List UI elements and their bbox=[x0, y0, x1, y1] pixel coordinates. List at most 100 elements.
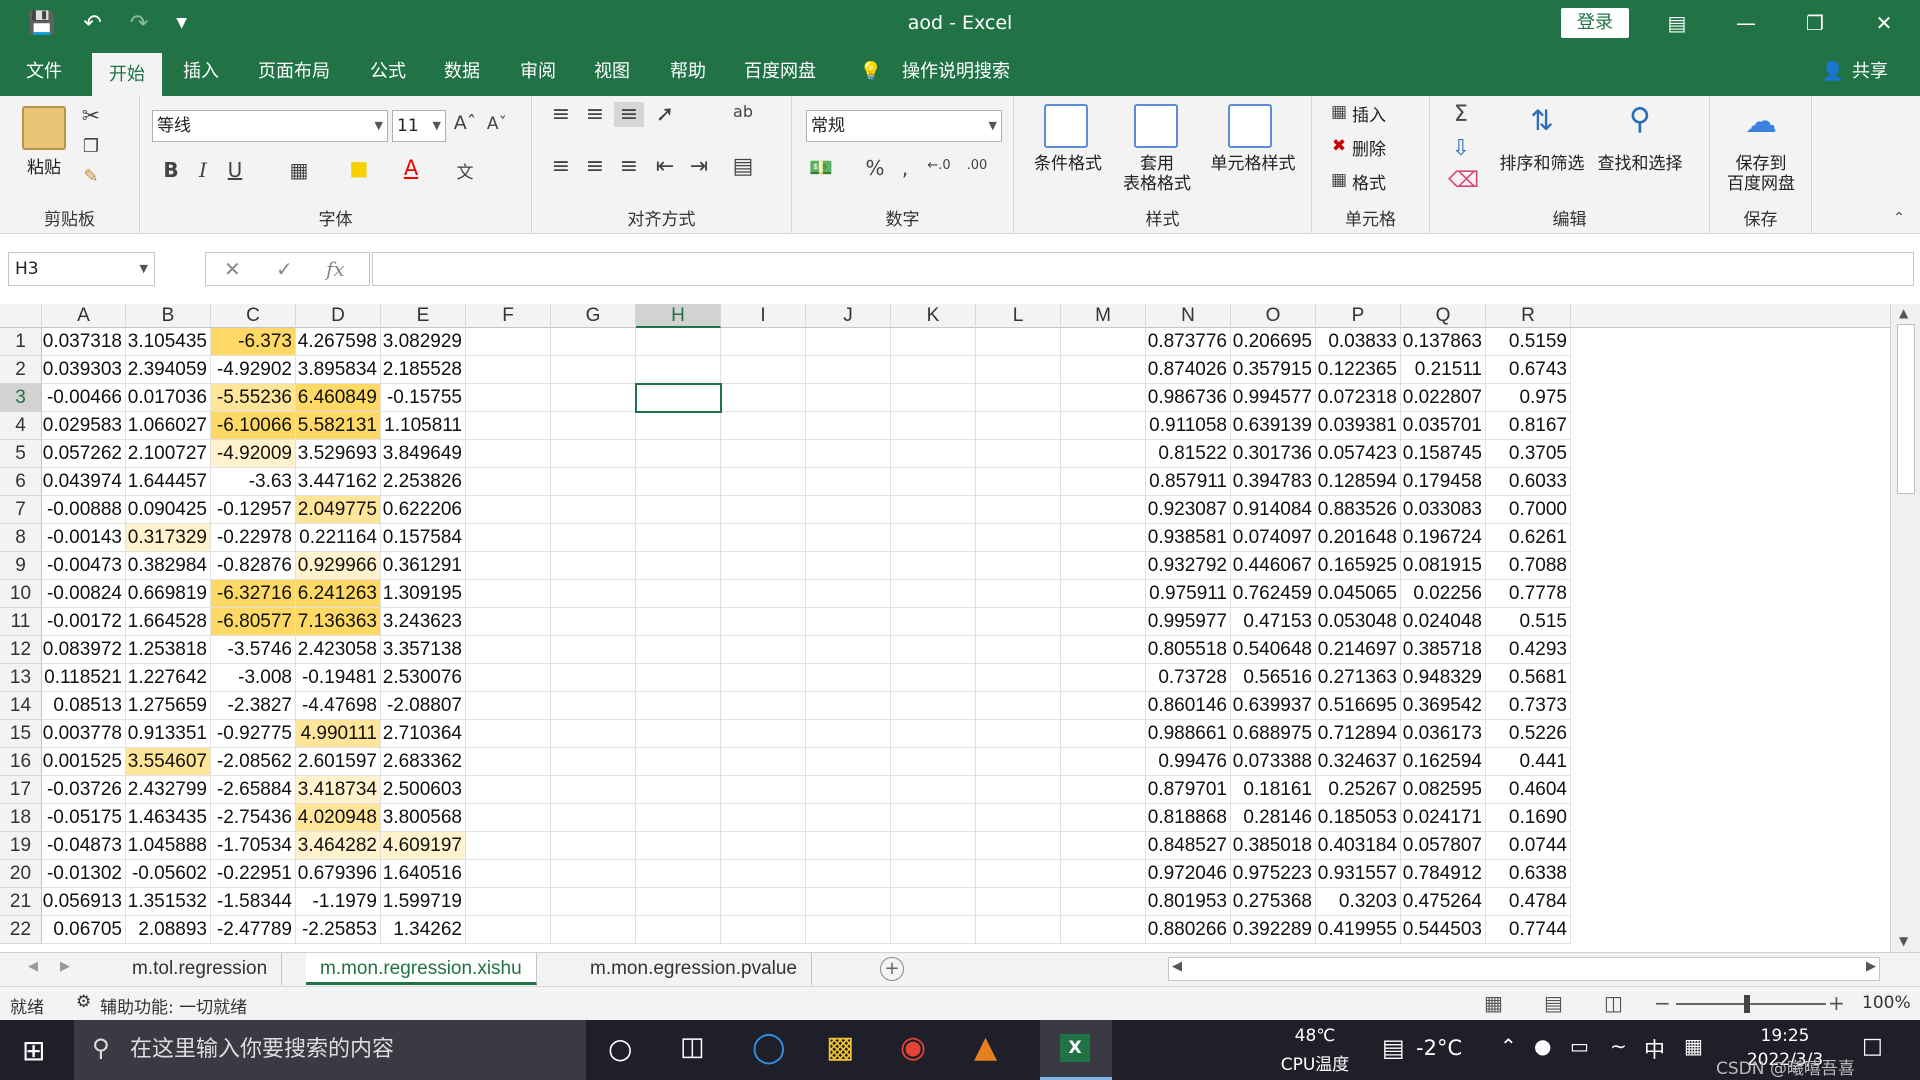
cell-k22[interactable] bbox=[891, 916, 976, 944]
cell-n5[interactable]: 0.81522 bbox=[1146, 440, 1231, 468]
cell-c8[interactable]: -0.22978 bbox=[211, 524, 296, 552]
cell-d8[interactable]: 0.221164 bbox=[296, 524, 381, 552]
cell-m15[interactable] bbox=[1061, 720, 1146, 748]
ribbon-display-icon[interactable]: ▤ bbox=[1644, 0, 1710, 47]
cell-r7[interactable]: 0.7000 bbox=[1486, 496, 1571, 524]
cell-b13[interactable]: 1.227642 bbox=[126, 664, 211, 692]
cell-n20[interactable]: 0.972046 bbox=[1146, 860, 1231, 888]
cell-q21[interactable]: 0.475264 bbox=[1401, 888, 1486, 916]
matlab-icon[interactable]: ▲ bbox=[974, 1030, 997, 1065]
cell-a11[interactable]: -0.00172 bbox=[42, 608, 126, 636]
cell-l6[interactable] bbox=[976, 468, 1061, 496]
cell-e19[interactable]: 4.609197 bbox=[381, 832, 466, 860]
row-header-22[interactable]: 22 bbox=[0, 916, 42, 944]
cell-b4[interactable]: 1.066027 bbox=[126, 412, 211, 440]
cell-e22[interactable]: 1.34262 bbox=[381, 916, 466, 944]
cell-a2[interactable]: 0.039303 bbox=[42, 356, 126, 384]
cell-m7[interactable] bbox=[1061, 496, 1146, 524]
cell-q9[interactable]: 0.081915 bbox=[1401, 552, 1486, 580]
cell-h11[interactable] bbox=[636, 608, 721, 636]
cell-m11[interactable] bbox=[1061, 608, 1146, 636]
cell-h20[interactable] bbox=[636, 860, 721, 888]
cell-h16[interactable] bbox=[636, 748, 721, 776]
cell-p9[interactable]: 0.165925 bbox=[1316, 552, 1401, 580]
cell-q16[interactable]: 0.162594 bbox=[1401, 748, 1486, 776]
cell-p20[interactable]: 0.931557 bbox=[1316, 860, 1401, 888]
tab-home[interactable]: 开始 bbox=[92, 53, 162, 96]
cell-f18[interactable] bbox=[466, 804, 551, 832]
share-button[interactable]: 共享 bbox=[1848, 47, 1892, 96]
clock-time[interactable]: 19:25 bbox=[1730, 1026, 1840, 1046]
cell-i2[interactable] bbox=[721, 356, 806, 384]
cell-j10[interactable] bbox=[806, 580, 891, 608]
copy-icon[interactable]: ❐ bbox=[76, 136, 106, 157]
cell-d1[interactable]: 4.267598 bbox=[296, 328, 381, 356]
customize-icon[interactable]: ▼ bbox=[176, 0, 187, 47]
align-top-icon[interactable]: ≡ bbox=[546, 102, 576, 127]
cell-o13[interactable]: 0.56516 bbox=[1231, 664, 1316, 692]
cell-h14[interactable] bbox=[636, 692, 721, 720]
cell-e21[interactable]: 1.599719 bbox=[381, 888, 466, 916]
cell-o15[interactable]: 0.688975 bbox=[1231, 720, 1316, 748]
row-header-10[interactable]: 10 bbox=[0, 580, 42, 608]
row-header-5[interactable]: 5 bbox=[0, 440, 42, 468]
cell-e17[interactable]: 2.500603 bbox=[381, 776, 466, 804]
cell-l15[interactable] bbox=[976, 720, 1061, 748]
cell-j2[interactable] bbox=[806, 356, 891, 384]
cell-c11[interactable]: -6.80577 bbox=[211, 608, 296, 636]
wifi-icon[interactable]: ∼ bbox=[1610, 1034, 1627, 1058]
cell-d10[interactable]: 6.241263 bbox=[296, 580, 381, 608]
increase-indent-icon[interactable]: ⇥ bbox=[684, 154, 714, 179]
tell-me-search[interactable]: 操作说明搜索 bbox=[892, 47, 1020, 96]
column-header-m[interactable]: M bbox=[1061, 304, 1146, 328]
cell-p18[interactable]: 0.185053 bbox=[1316, 804, 1401, 832]
cell-h10[interactable] bbox=[636, 580, 721, 608]
cell-e13[interactable]: 2.530076 bbox=[381, 664, 466, 692]
cell-d6[interactable]: 3.447162 bbox=[296, 468, 381, 496]
cell-f2[interactable] bbox=[466, 356, 551, 384]
cell-g4[interactable] bbox=[551, 412, 636, 440]
cell-a7[interactable]: -0.00888 bbox=[42, 496, 126, 524]
cell-p17[interactable]: 0.25267 bbox=[1316, 776, 1401, 804]
cell-r9[interactable]: 0.7088 bbox=[1486, 552, 1571, 580]
row-header-17[interactable]: 17 bbox=[0, 776, 42, 804]
cell-f19[interactable] bbox=[466, 832, 551, 860]
cell-a10[interactable]: -0.00824 bbox=[42, 580, 126, 608]
cell-l19[interactable] bbox=[976, 832, 1061, 860]
cell-e3[interactable]: -0.15755 bbox=[381, 384, 466, 412]
cell-a15[interactable]: 0.003778 bbox=[42, 720, 126, 748]
cell-p4[interactable]: 0.039381 bbox=[1316, 412, 1401, 440]
cell-f21[interactable] bbox=[466, 888, 551, 916]
cell-e15[interactable]: 2.710364 bbox=[381, 720, 466, 748]
cortana-icon[interactable]: ○ bbox=[608, 1032, 632, 1065]
cell-k9[interactable] bbox=[891, 552, 976, 580]
row-header-8[interactable]: 8 bbox=[0, 524, 42, 552]
cell-r2[interactable]: 0.6743 bbox=[1486, 356, 1571, 384]
cell-d13[interactable]: -0.19481 bbox=[296, 664, 381, 692]
taskbar-search-box[interactable]: 在这里输入你要搜索的内容 bbox=[74, 1020, 586, 1080]
paste-button[interactable]: 粘贴 bbox=[14, 158, 74, 178]
cell-o19[interactable]: 0.385018 bbox=[1231, 832, 1316, 860]
keyboard-icon[interactable]: ▦ bbox=[1684, 1034, 1703, 1058]
cell-o3[interactable]: 0.994577 bbox=[1231, 384, 1316, 412]
cell-r10[interactable]: 0.7778 bbox=[1486, 580, 1571, 608]
row-header-14[interactable]: 14 bbox=[0, 692, 42, 720]
cell-j20[interactable] bbox=[806, 860, 891, 888]
cell-i11[interactable] bbox=[721, 608, 806, 636]
cell-o16[interactable]: 0.073388 bbox=[1231, 748, 1316, 776]
cell-l10[interactable] bbox=[976, 580, 1061, 608]
cell-d2[interactable]: 3.895834 bbox=[296, 356, 381, 384]
cell-a17[interactable]: -0.03726 bbox=[42, 776, 126, 804]
cell-e2[interactable]: 2.185528 bbox=[381, 356, 466, 384]
cell-q8[interactable]: 0.196724 bbox=[1401, 524, 1486, 552]
orientation-icon[interactable]: ➚ bbox=[650, 102, 680, 127]
cell-p13[interactable]: 0.271363 bbox=[1316, 664, 1401, 692]
cell-p2[interactable]: 0.122365 bbox=[1316, 356, 1401, 384]
row-header-15[interactable]: 15 bbox=[0, 720, 42, 748]
cell-q20[interactable]: 0.784912 bbox=[1401, 860, 1486, 888]
accounting-format-icon[interactable]: 💵 bbox=[806, 156, 836, 179]
align-center-icon[interactable]: ≡ bbox=[580, 154, 610, 179]
cell-h12[interactable] bbox=[636, 636, 721, 664]
cell-b15[interactable]: 0.913351 bbox=[126, 720, 211, 748]
cell-e8[interactable]: 0.157584 bbox=[381, 524, 466, 552]
